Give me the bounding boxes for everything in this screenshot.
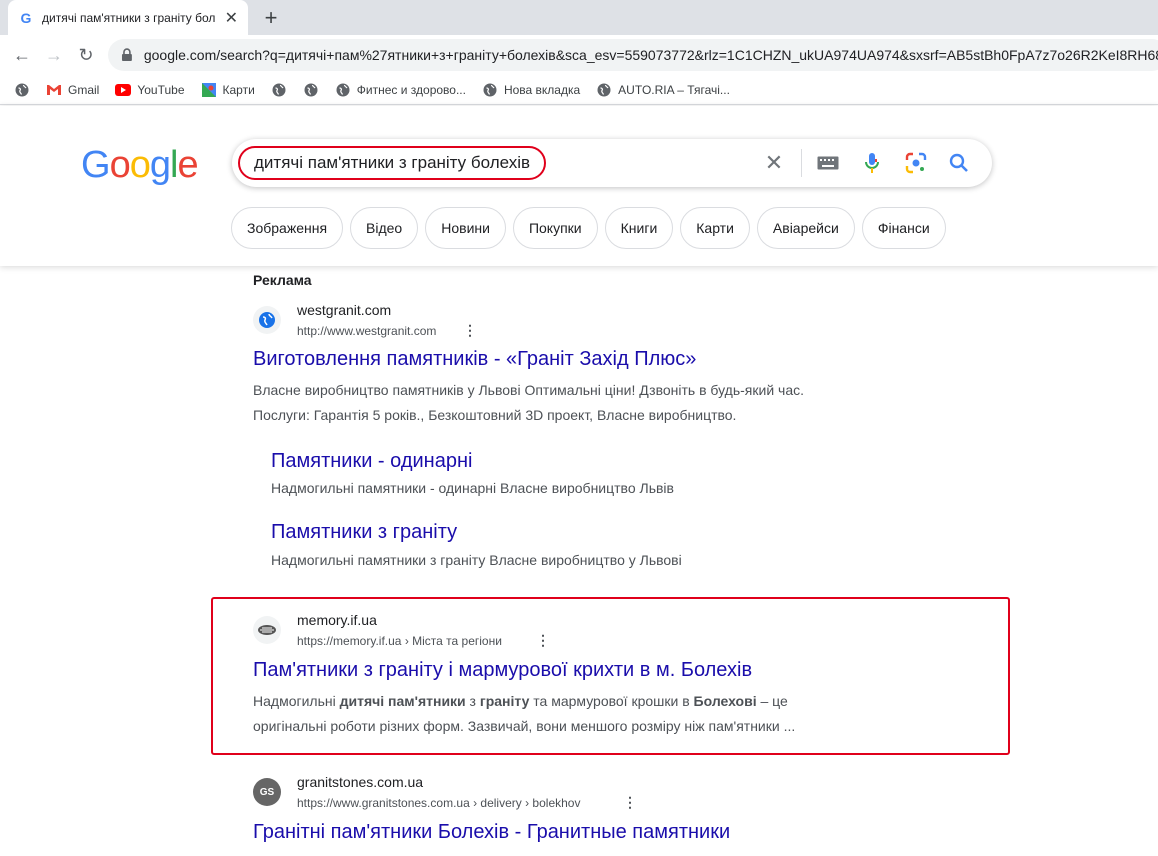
bookmark-label: Нова вкладка xyxy=(503,82,581,97)
lens-icon[interactable] xyxy=(904,151,928,175)
bookmark-item[interactable]: Фитнес и здорово... xyxy=(335,82,466,98)
tab-close-icon[interactable]: ✕ xyxy=(225,8,238,28)
search-header: Google дитячі пам'ятники з граніту болех… xyxy=(0,106,1158,266)
bookmark-item[interactable]: YouTube xyxy=(115,82,185,98)
filter-chip[interactable]: Карти xyxy=(680,207,750,249)
google-logo[interactable]: Google xyxy=(81,144,199,187)
sitelink-title[interactable]: Памятники з граніту xyxy=(271,521,457,544)
youtube-icon xyxy=(115,82,132,98)
keyboard-icon[interactable] xyxy=(816,151,840,175)
bookmark-item[interactable]: Карти xyxy=(201,82,255,98)
tab-active[interactable]: G дитячі пам'ятники з граніту бол ✕ xyxy=(8,0,248,35)
globe-icon xyxy=(596,82,612,98)
sitelink-desc: Надмогильні памятники з граніту Власне в… xyxy=(271,552,682,568)
ad-cite: http://www.westgranit.com xyxy=(297,324,437,338)
forward-icon[interactable]: → xyxy=(38,39,70,71)
search-input[interactable]: дитячі пам'ятники з граніту болехів xyxy=(254,153,530,173)
sitelink-title[interactable]: Памятники - одинарні xyxy=(271,450,472,473)
filter-chip[interactable]: Авіарейси xyxy=(756,207,855,249)
globe-icon xyxy=(271,82,287,98)
bookmark-label: Фитнес и здорово... xyxy=(356,82,466,97)
new-tab-icon[interactable]: + xyxy=(258,5,284,31)
more-options-icon[interactable]: ⋮ xyxy=(623,794,637,811)
ad-title-link[interactable]: Виготовлення памятників - «Граніт Захід … xyxy=(253,348,696,371)
search-icon[interactable] xyxy=(947,151,971,175)
search-box[interactable]: дитячі пам'ятники з граніту болехів ✕ xyxy=(232,139,992,187)
lock-icon xyxy=(121,48,132,61)
back-icon[interactable]: ← xyxy=(6,39,38,71)
bookmark-item[interactable]: AUTO.RIA – Тягачі... xyxy=(596,82,730,98)
globe-icon xyxy=(14,82,30,98)
maps-icon xyxy=(201,82,217,98)
divider xyxy=(801,149,802,177)
query-highlight: дитячі пам'ятники з граніту болехів xyxy=(238,146,547,180)
browser-toolbar: ← → ↻ google.com/search?q=дитячі+пам%27я… xyxy=(0,35,1158,75)
filter-chip[interactable]: Покупки xyxy=(512,207,598,249)
tab-strip: G дитячі пам'ятники з граніту бол ✕ + xyxy=(0,0,1158,35)
bookmark-item[interactable] xyxy=(271,82,293,98)
result-title-link[interactable]: Гранітні пам'ятники Болехів - Гранитные … xyxy=(253,821,730,844)
filter-chip[interactable]: Фінанси xyxy=(861,207,946,249)
bookmark-item[interactable]: Gmail xyxy=(46,82,99,98)
globe-icon xyxy=(253,306,281,334)
globe-icon xyxy=(303,82,319,98)
address-bar[interactable]: google.com/search?q=дитячі+пам%27ятники+… xyxy=(108,39,1158,71)
filter-chip[interactable]: Новини xyxy=(425,207,506,249)
globe-icon xyxy=(335,82,351,98)
globe-icon xyxy=(482,82,498,98)
mic-icon[interactable] xyxy=(860,151,884,175)
filter-chip[interactable]: Зображення xyxy=(231,207,344,249)
clear-icon[interactable]: ✕ xyxy=(762,150,786,175)
filter-chip[interactable]: Книги xyxy=(604,207,674,249)
bookmark-item[interactable]: Нова вкладка xyxy=(482,82,580,98)
favicon-text: GS xyxy=(259,786,275,798)
google-favicon-icon: G xyxy=(20,9,32,26)
filter-chips: Зображення Відео Новини Покупки Книги Карти Ав… xyxy=(231,207,953,249)
reload-icon[interactable]: ↻ xyxy=(70,39,102,71)
bookmark-label: AUTO.RIA – Тягачі... xyxy=(618,82,730,97)
bookmark-label: Карти xyxy=(222,82,255,97)
more-options-icon[interactable]: ⋮ xyxy=(463,322,477,339)
bookmark-item[interactable] xyxy=(14,82,36,98)
filter-chip[interactable]: Відео xyxy=(350,207,419,249)
granitstones-favicon-icon: GS xyxy=(253,778,281,806)
result-site-name: granitstones.com.ua xyxy=(297,774,424,790)
bookmark-label: Gmail xyxy=(68,82,100,97)
ad-site-name: westgranit.com xyxy=(297,302,392,318)
result-highlight-box xyxy=(211,597,1010,755)
result-cite: https://www.granitstones.com.ua › delive… xyxy=(297,796,581,810)
url-text: google.com/search?q=дитячі+пам%27ятники+… xyxy=(143,47,1158,63)
ad-snippet-line2: Послуги: Гарантія 5 років., Безкоштовний… xyxy=(253,407,737,423)
bookmark-item[interactable] xyxy=(303,82,325,98)
bookmark-label: YouTube xyxy=(137,82,185,97)
sitelink-desc: Надмогильні памятники - одинарні Власне … xyxy=(271,480,674,496)
bookmarks-bar: Gmail YouTube Карти Фитнес и здорово... Нова… xyxy=(0,75,1158,105)
ad-label: Реклама xyxy=(253,272,312,288)
ad-snippet-line1: Власне виробництво памятників у Львові О… xyxy=(253,382,805,398)
gmail-icon xyxy=(46,82,62,98)
tab-title: дитячі пам'ятники з граніту бол xyxy=(42,10,216,25)
